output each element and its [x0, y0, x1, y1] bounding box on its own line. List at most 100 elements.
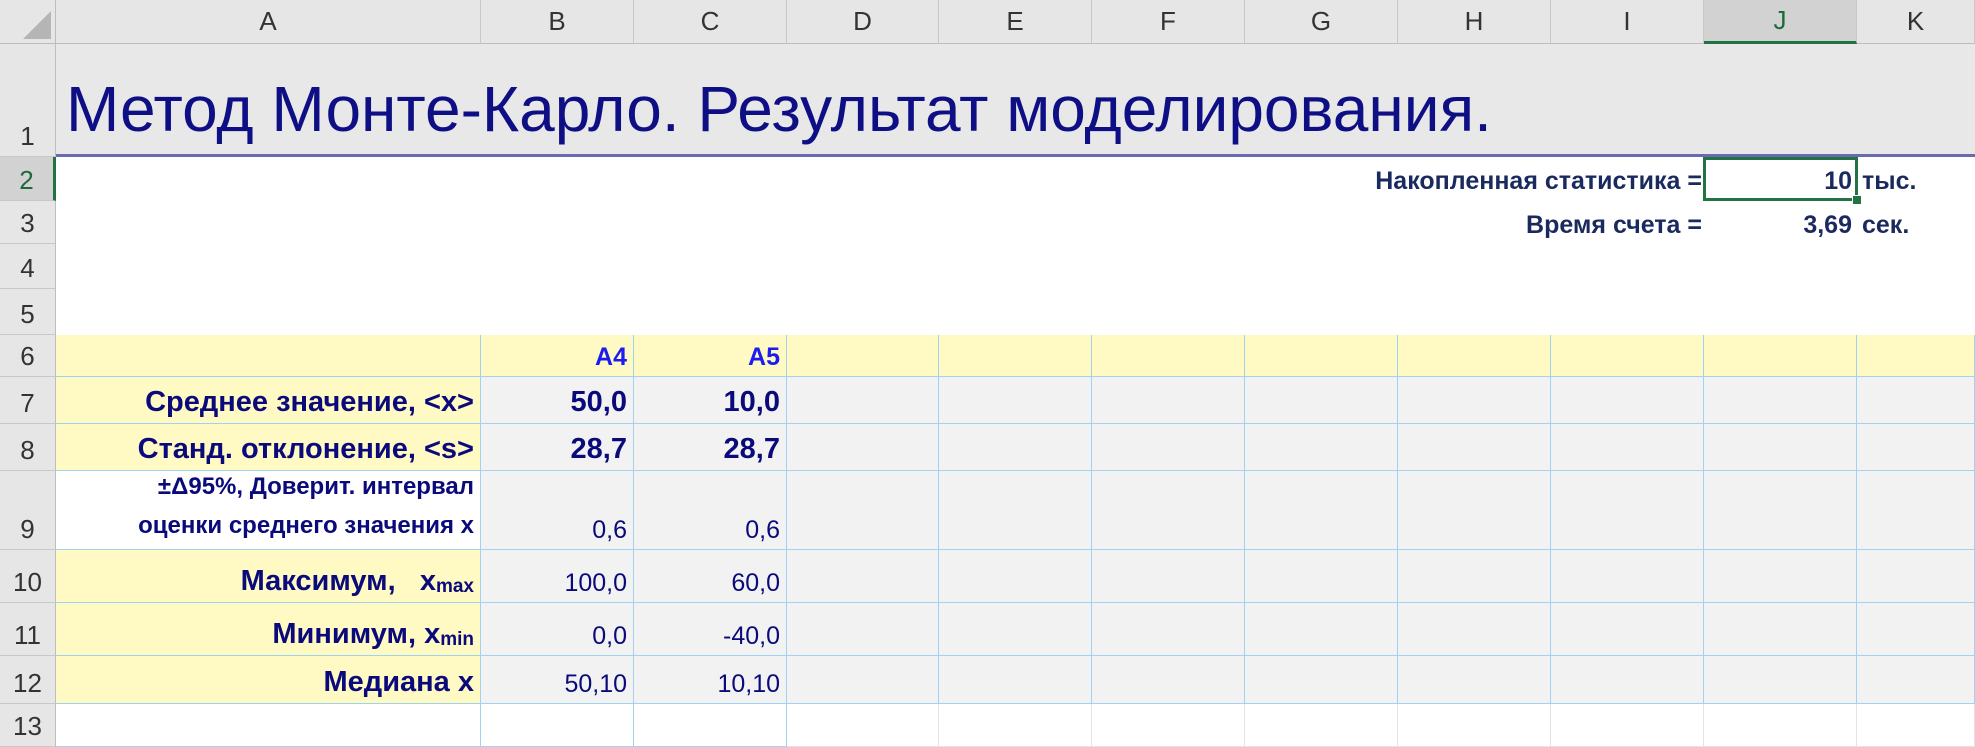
- column-header-a[interactable]: A: [56, 0, 481, 44]
- cell-i9[interactable]: [1551, 471, 1704, 550]
- min-a4[interactable]: 0,0: [481, 603, 634, 656]
- cell-k11[interactable]: [1857, 603, 1975, 656]
- cell-g10[interactable]: [1245, 550, 1398, 603]
- row-label-max[interactable]: Максимум, x max: [56, 550, 481, 603]
- cell-j13[interactable]: [1704, 704, 1857, 747]
- cell-j9[interactable]: [1704, 471, 1857, 550]
- mean-a4[interactable]: 50,0: [481, 377, 634, 424]
- stddev-a5[interactable]: 28,7: [634, 424, 787, 471]
- row-header-13[interactable]: 13: [0, 704, 56, 747]
- cell-b13[interactable]: [481, 704, 634, 747]
- cell-h7[interactable]: [1398, 377, 1551, 424]
- cell-f13[interactable]: [1092, 704, 1245, 747]
- confidence-a5[interactable]: 0,6: [634, 471, 787, 550]
- row-label-stddev[interactable]: Станд. отклонение, <s>: [56, 424, 481, 471]
- cell-i13[interactable]: [1551, 704, 1704, 747]
- header-cell-a5[interactable]: A5: [634, 335, 787, 377]
- column-header-e[interactable]: E: [939, 0, 1092, 44]
- cell-h13[interactable]: [1398, 704, 1551, 747]
- cell-e9[interactable]: [939, 471, 1092, 550]
- confidence-a4[interactable]: 0,6: [481, 471, 634, 550]
- cell-d7[interactable]: [787, 377, 939, 424]
- max-a4[interactable]: 100,0: [481, 550, 634, 603]
- cell-e7[interactable]: [939, 377, 1092, 424]
- cell-h8[interactable]: [1398, 424, 1551, 471]
- cell-c13[interactable]: [634, 704, 787, 747]
- header-cell-e6[interactable]: [939, 335, 1092, 377]
- row-header-12[interactable]: 12: [0, 656, 56, 704]
- row-header-9[interactable]: 9: [0, 471, 56, 550]
- cell-g8[interactable]: [1245, 424, 1398, 471]
- row-header-1[interactable]: 1: [0, 44, 56, 157]
- row-header-2[interactable]: 2: [0, 157, 56, 201]
- cell-k7[interactable]: [1857, 377, 1975, 424]
- cell-h12[interactable]: [1398, 656, 1551, 704]
- cell-k10[interactable]: [1857, 550, 1975, 603]
- header-cell-f6[interactable]: [1092, 335, 1245, 377]
- cell-e10[interactable]: [939, 550, 1092, 603]
- row-header-6[interactable]: 6: [0, 335, 56, 377]
- header-cell-a6[interactable]: [56, 335, 481, 377]
- cell-k13[interactable]: [1857, 704, 1975, 747]
- cell-f8[interactable]: [1092, 424, 1245, 471]
- row-header-8[interactable]: 8: [0, 424, 56, 471]
- cell-h9[interactable]: [1398, 471, 1551, 550]
- cell-j11[interactable]: [1704, 603, 1857, 656]
- cell-f7[interactable]: [1092, 377, 1245, 424]
- column-header-f[interactable]: F: [1092, 0, 1245, 44]
- cell-d9[interactable]: [787, 471, 939, 550]
- cell-f12[interactable]: [1092, 656, 1245, 704]
- row-label-mean[interactable]: Среднее значение, <x>: [56, 377, 481, 424]
- cell-e8[interactable]: [939, 424, 1092, 471]
- select-all-corner[interactable]: [0, 0, 56, 44]
- row-header-3[interactable]: 3: [0, 201, 56, 244]
- cell-i10[interactable]: [1551, 550, 1704, 603]
- stddev-a4[interactable]: 28,7: [481, 424, 634, 471]
- cell-f9[interactable]: [1092, 471, 1245, 550]
- row-header-7[interactable]: 7: [0, 377, 56, 424]
- cell-e12[interactable]: [939, 656, 1092, 704]
- cell-j7[interactable]: [1704, 377, 1857, 424]
- column-header-b[interactable]: B: [481, 0, 634, 44]
- cell-d12[interactable]: [787, 656, 939, 704]
- column-header-d[interactable]: D: [787, 0, 939, 44]
- cell-g9[interactable]: [1245, 471, 1398, 550]
- min-a5[interactable]: -40,0: [634, 603, 787, 656]
- cell-j10[interactable]: [1704, 550, 1857, 603]
- calc-time-value[interactable]: 3,69: [1803, 211, 1852, 240]
- cell-i7[interactable]: [1551, 377, 1704, 424]
- fill-handle[interactable]: [1852, 195, 1862, 205]
- median-a5[interactable]: 10,10: [634, 656, 787, 704]
- cell-h11[interactable]: [1398, 603, 1551, 656]
- column-header-k[interactable]: K: [1857, 0, 1975, 44]
- cell-d10[interactable]: [787, 550, 939, 603]
- row-header-11[interactable]: 11: [0, 603, 56, 656]
- header-cell-j6[interactable]: [1704, 335, 1857, 377]
- median-a4[interactable]: 50,10: [481, 656, 634, 704]
- row-header-10[interactable]: 10: [0, 550, 56, 603]
- cell-i11[interactable]: [1551, 603, 1704, 656]
- header-cell-i6[interactable]: [1551, 335, 1704, 377]
- cell-d11[interactable]: [787, 603, 939, 656]
- cell-i8[interactable]: [1551, 424, 1704, 471]
- column-header-g[interactable]: G: [1245, 0, 1398, 44]
- header-cell-k6[interactable]: [1857, 335, 1975, 377]
- cell-k12[interactable]: [1857, 656, 1975, 704]
- column-header-h[interactable]: H: [1398, 0, 1551, 44]
- cell-k9[interactable]: [1857, 471, 1975, 550]
- cell-i12[interactable]: [1551, 656, 1704, 704]
- cell-f10[interactable]: [1092, 550, 1245, 603]
- cell-f11[interactable]: [1092, 603, 1245, 656]
- cell-g13[interactable]: [1245, 704, 1398, 747]
- cell-d8[interactable]: [787, 424, 939, 471]
- cell-h10[interactable]: [1398, 550, 1551, 603]
- cell-e11[interactable]: [939, 603, 1092, 656]
- max-a5[interactable]: 60,0: [634, 550, 787, 603]
- header-cell-h6[interactable]: [1398, 335, 1551, 377]
- column-header-c[interactable]: C: [634, 0, 787, 44]
- row-label-median[interactable]: Медиана x: [56, 656, 481, 704]
- column-header-j[interactable]: J: [1704, 0, 1857, 44]
- cell-e13[interactable]: [939, 704, 1092, 747]
- cell-j12[interactable]: [1704, 656, 1857, 704]
- cell-g11[interactable]: [1245, 603, 1398, 656]
